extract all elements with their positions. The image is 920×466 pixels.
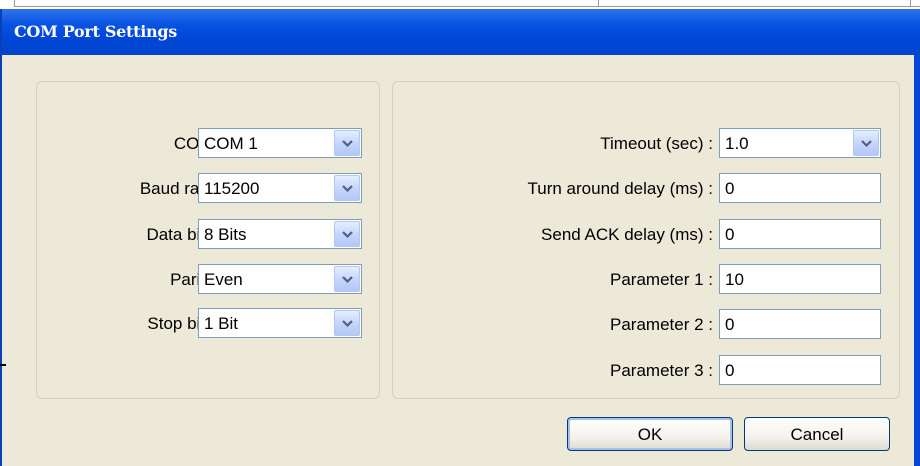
timeout-value: 1.0: [725, 134, 749, 153]
parity-value: Even: [204, 270, 243, 289]
turn-around-delay-field[interactable]: 0: [719, 173, 881, 203]
chevron-down-icon[interactable]: [334, 310, 360, 336]
background-window-frame: [14, 0, 920, 7]
parameter-2-field[interactable]: 0: [719, 309, 881, 339]
dialog-right-border: [914, 55, 920, 466]
turn-around-delay-label: Turn around delay (ms) :: [527, 179, 714, 198]
com-select[interactable]: COM 1: [198, 128, 362, 158]
ok-button[interactable]: OK: [567, 417, 733, 451]
chevron-down-icon[interactable]: [853, 130, 879, 156]
timeout-select[interactable]: 1.0: [719, 128, 881, 158]
cancel-button-label: Cancel: [790, 425, 844, 444]
background-separator: [598, 0, 599, 6]
send-ack-delay-label: Send ACK delay (ms) :: [541, 225, 713, 244]
stop-bits-select[interactable]: 1 Bit: [198, 308, 362, 338]
baud-rate-select[interactable]: 115200: [198, 173, 362, 203]
background-line: [0, 364, 6, 366]
parity-select[interactable]: Even: [198, 264, 362, 294]
parameter-1-value: 10: [725, 270, 744, 289]
chevron-down-icon[interactable]: [334, 266, 360, 292]
chevron-down-icon[interactable]: [334, 130, 360, 156]
parameter-2-label: Parameter 2 :: [610, 315, 713, 334]
turn-around-delay-value: 0: [725, 179, 735, 198]
parameter-1-label: Parameter 1 :: [610, 270, 713, 289]
send-ack-delay-field[interactable]: 0: [719, 219, 881, 249]
com-port-settings-dialog: COM Port Settings COM : COM 1 Baud rate …: [0, 9, 920, 466]
parameter-2-value: 0: [725, 315, 735, 334]
dialog-title: COM Port Settings: [14, 22, 177, 41]
chevron-down-icon[interactable]: [334, 175, 360, 201]
parameter-3-value: 0: [725, 361, 735, 380]
parameter-3-label: Parameter 3 :: [610, 361, 713, 380]
timeout-label: Timeout (sec) :: [600, 134, 713, 153]
serial-settings-group: COM : COM 1 Baud rate : 115200 Data bits…: [36, 81, 380, 399]
send-ack-delay-value: 0: [725, 225, 735, 244]
chevron-down-icon[interactable]: [334, 221, 360, 247]
ok-button-label: OK: [637, 425, 663, 444]
baud-rate-value: 115200: [204, 179, 260, 198]
dialog-client-area: COM : COM 1 Baud rate : 115200 Data bits…: [2, 55, 920, 466]
data-bits-value: 8 Bits: [204, 225, 247, 244]
timing-settings-group: Timeout (sec) : 1.0 Turn around delay (m…: [392, 81, 900, 399]
stop-bits-value: 1 Bit: [204, 314, 239, 333]
parameter-1-field[interactable]: 10: [719, 264, 881, 294]
cancel-button[interactable]: Cancel: [744, 417, 890, 451]
data-bits-select[interactable]: 8 Bits: [198, 219, 362, 249]
com-value: COM 1: [204, 134, 258, 153]
background-separator: [910, 0, 911, 6]
parameter-3-field[interactable]: 0: [719, 355, 881, 385]
title-bar[interactable]: COM Port Settings: [2, 9, 920, 55]
